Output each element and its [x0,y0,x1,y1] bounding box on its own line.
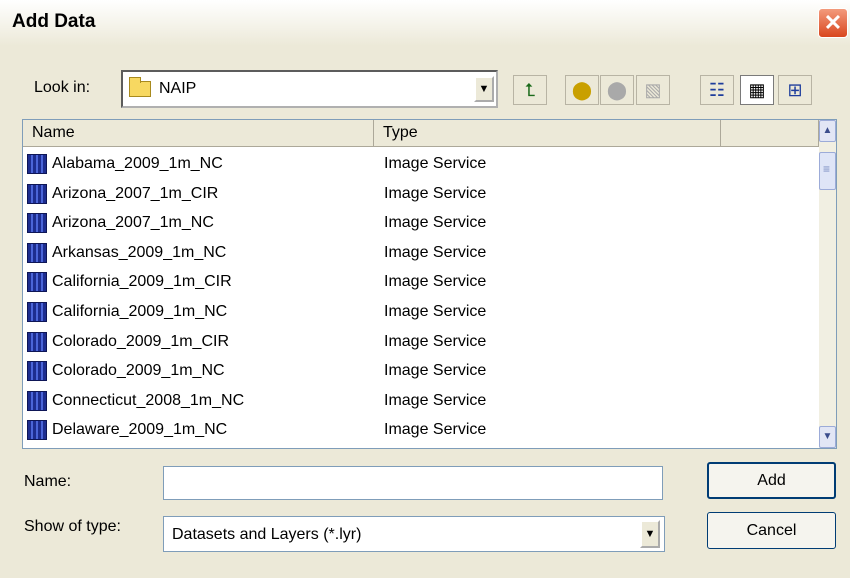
image-service-icon [27,154,47,174]
image-service-icon [27,332,47,352]
thumbnails-view-icon: ⊞ [787,80,803,100]
item-type: Image Service [384,214,487,231]
item-name: California_2009_1m_CIR [52,273,232,290]
connect-to-folder-button[interactable]: ⬤ [565,75,599,105]
chevron-up-icon: ▲ [822,125,833,136]
item-type: Image Service [384,244,487,261]
title-bar[interactable]: Add Data ✕ [0,0,850,46]
vertical-scrollbar[interactable]: ▲ ▼ [819,120,836,448]
image-service-icon [27,420,47,440]
show-of-type-value: Datasets and Layers (*.lyr) [172,526,362,543]
scroll-up-button[interactable]: ▲ [819,120,836,142]
name-label: Name: [24,473,72,490]
list-item[interactable]: Arizona_2007_1m_CIR Image Service [23,180,819,209]
details-view-button[interactable]: ▦ [740,75,774,105]
image-service-icon [27,361,47,381]
item-name: Colorado_2009_1m_NC [52,362,225,379]
close-button[interactable]: ✕ [818,8,848,38]
item-name: California_2009_1m_NC [52,303,228,320]
item-type: Image Service [384,303,487,320]
item-name: Connecticut_2008_1m_NC [52,392,245,409]
item-type: Image Service [384,421,487,438]
image-service-icon [27,272,47,292]
chevron-down-icon: ▼ [822,431,833,442]
list-item[interactable]: Connecticut_2008_1m_NC Image Service [23,387,819,416]
scroll-thumb[interactable] [819,152,836,190]
show-of-type-label: Show of type: [24,518,121,535]
close-icon: ✕ [823,10,843,35]
column-header-name[interactable]: Name [23,120,374,147]
look-in-dropdown[interactable]: NAIP ▼ [121,70,498,108]
new-item-button: ▧ [636,75,670,105]
show-of-type-dropdown[interactable]: Datasets and Layers (*.lyr) ▼ [163,516,665,552]
list-view-button[interactable]: ☷ [700,75,734,105]
image-service-icon [27,243,47,263]
item-name: Alabama_2009_1m_NC [52,155,223,172]
list-view-icon: ☷ [708,80,726,100]
scroll-down-button[interactable]: ▼ [819,426,836,448]
up-folder-icon: ⮤ [524,80,536,100]
image-service-icon [27,184,47,204]
details-view-icon: ▦ [748,80,766,100]
item-name: Arizona_2007_1m_CIR [52,185,219,202]
column-header-type[interactable]: Type [374,120,721,147]
new-item-icon: ▧ [644,80,662,100]
image-service-icon [27,302,47,322]
item-type: Image Service [384,155,487,172]
look-in-dropdown-arrow[interactable]: ▼ [474,76,494,102]
item-type: Image Service [384,362,487,379]
list-item[interactable]: Colorado_2009_1m_NC Image Service [23,357,819,386]
item-name: Arkansas_2009_1m_NC [52,244,227,261]
item-name: Delaware_2009_1m_NC [52,421,228,438]
list-item[interactable]: Delaware_2009_1m_NC Image Service [23,416,819,445]
item-type: Image Service [384,392,487,409]
list-item[interactable]: Arizona_2007_1m_NC Image Service [23,209,819,238]
look-in-label: Look in: [34,79,91,96]
list-item[interactable]: California_2009_1m_CIR Image Service [23,268,819,297]
list-item[interactable]: Colorado_2009_1m_CIR Image Service [23,328,819,357]
name-input[interactable] [163,466,663,500]
item-name: Arizona_2007_1m_NC [52,214,214,231]
list-item[interactable]: Arkansas_2009_1m_NC Image Service [23,239,819,268]
show-of-type-dropdown-arrow[interactable]: ▼ [640,520,660,548]
disconnect-folder-icon: ⬤ [606,80,628,100]
list-item[interactable]: California_2009_1m_NC Image Service [23,298,819,327]
item-type: Image Service [384,185,487,202]
add-button[interactable]: Add [707,462,836,499]
add-data-dialog: Add Data ✕ Look in: NAIP ▼ ⮤ ⬤ ⬤ ▧ ☷ ▦ ⊞… [0,0,850,578]
image-service-icon [27,391,47,411]
look-in-value: NAIP [159,80,197,97]
list-item[interactable]: Alabama_2009_1m_NC Image Service [23,150,819,179]
disconnect-folder-button: ⬤ [600,75,634,105]
item-type: Image Service [384,273,487,290]
up-one-level-button[interactable]: ⮤ [513,75,547,105]
dialog-title: Add Data [12,11,96,32]
cancel-button[interactable]: Cancel [707,512,836,549]
connect-folder-icon: ⬤ [571,80,593,100]
folder-icon [129,77,151,97]
file-list[interactable]: Name Type Alabama_2009_1m_NC Image Servi… [22,119,837,449]
item-name: Colorado_2009_1m_CIR [52,333,229,350]
column-header-blank[interactable] [721,120,819,147]
item-type: Image Service [384,333,487,350]
image-service-icon [27,213,47,233]
thumbnails-view-button[interactable]: ⊞ [778,75,812,105]
